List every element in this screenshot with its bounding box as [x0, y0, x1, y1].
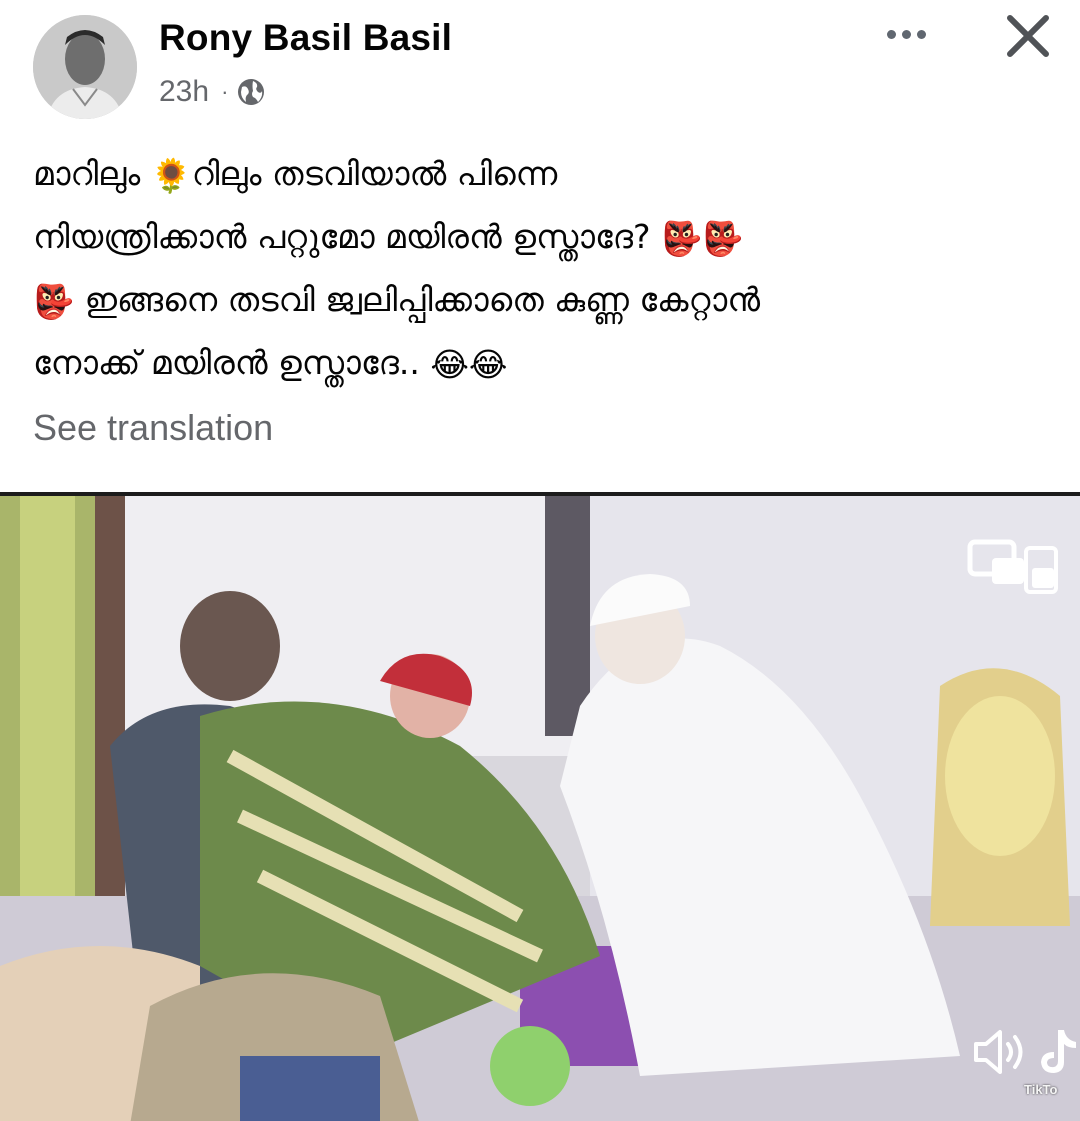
goblin-emoji: 👺 [33, 282, 75, 321]
globe-icon [236, 77, 266, 107]
post-meta: 23h · [159, 75, 266, 109]
message-text: നോക്ക് മയിരൻ ഉസ്താദേ.. [33, 343, 431, 382]
post-header: Rony Basil Basil 23h · [0, 0, 1080, 130]
more-options-icon[interactable] [876, 14, 936, 54]
laughing-emoji: 😂😂 [430, 345, 508, 384]
video-frame [0, 496, 1080, 1121]
message-text: നിയന്ത്രിക്കാൻ പറ്റുമോ മയിരൻ ഉസ്താദേ? [33, 217, 662, 256]
post-message: മാറിലും 🌻റിലും തടവിയാൽ പിന്നെ നിയന്ത്രിക… [33, 143, 1043, 395]
close-icon[interactable] [1000, 8, 1056, 64]
volume-icon[interactable] [972, 1026, 1030, 1078]
message-text: ഇങ്ങനെ തടവി ജ്വലിപ്പിക്കാതെ കുണ്ണ കേറ്റാ… [74, 280, 761, 319]
picture-in-picture-icon[interactable] [966, 538, 1060, 600]
author-avatar[interactable] [33, 15, 137, 119]
message-text: റിലും തടവിയാൽ പിന്നെ [191, 154, 558, 193]
see-translation-link[interactable]: See translation [33, 407, 273, 449]
author-name[interactable]: Rony Basil Basil [159, 17, 452, 59]
message-line-3: 👺 ഇങ്ങനെ തടവി ജ്വലിപ്പിക്കാതെ കുണ്ണ കേറ്… [33, 269, 1043, 332]
message-line-4: നോക്ക് മയിരൻ ഉസ്താദേ.. 😂😂 [33, 332, 1043, 395]
message-text: മാറിലും [33, 154, 151, 193]
tiktok-logo-icon [1034, 1026, 1080, 1078]
message-line-1: മാറിലും 🌻റിലും തടവിയാൽ പിന്നെ [33, 143, 1043, 206]
video-player[interactable]: TikTo [0, 492, 1080, 1121]
meta-separator: · [221, 79, 229, 104]
sunflower-emoji: 🌻 [150, 156, 192, 195]
message-line-2: നിയന്ത്രിക്കാൻ പറ്റുമോ മയിരൻ ഉസ്താദേ? 👺👺 [33, 206, 1043, 269]
post-time[interactable]: 23h [159, 75, 209, 109]
goblin-emoji: 👺👺 [661, 219, 744, 258]
tiktok-watermark: TikTo [1024, 1082, 1058, 1097]
